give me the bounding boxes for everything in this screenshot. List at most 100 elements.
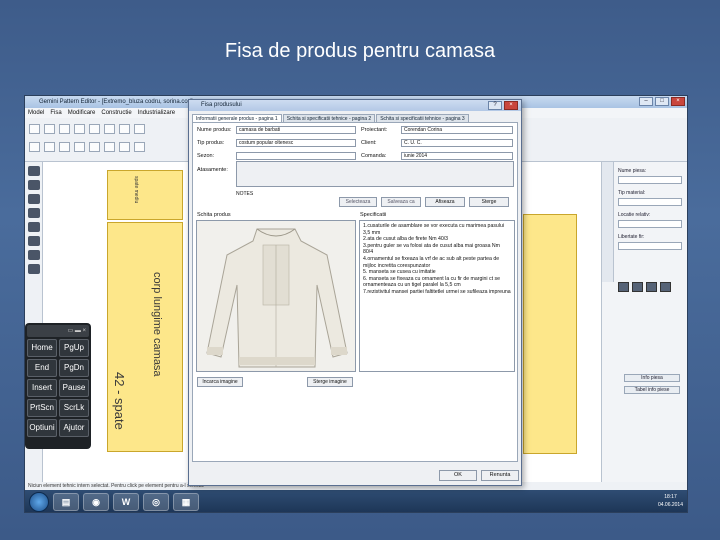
incarca-imagine-button[interactable]: Incarca imagine bbox=[197, 377, 243, 387]
afiseaza-button[interactable]: Afiseaza bbox=[425, 197, 465, 207]
client-input[interactable]: C. U. C. bbox=[401, 139, 513, 147]
selecteaza-button[interactable]: Selecteaza bbox=[339, 197, 377, 207]
menu-item-modificare[interactable]: Modificare bbox=[68, 108, 96, 118]
properties-panel-tabs bbox=[602, 162, 614, 282]
taskbar-browser-icon[interactable]: ◎ bbox=[143, 493, 169, 511]
menu-item-constructie[interactable]: Constructie bbox=[101, 108, 131, 118]
sezon-input[interactable] bbox=[236, 152, 356, 160]
key-prtscn[interactable]: PrtScn bbox=[27, 399, 57, 417]
swatch-icon[interactable] bbox=[660, 282, 671, 292]
minimize-icon[interactable]: – bbox=[639, 97, 653, 106]
ok-button[interactable]: OK bbox=[439, 470, 477, 481]
pattern-tool-icon[interactable] bbox=[44, 142, 55, 152]
close-icon[interactable]: × bbox=[671, 97, 685, 106]
client-label: Client: bbox=[361, 140, 377, 146]
slide-title: Fisa de produs pentru camasa bbox=[224, 40, 496, 62]
key-pgup[interactable]: PgUp bbox=[59, 339, 89, 357]
swatch-icon[interactable] bbox=[646, 282, 657, 292]
salveaza-ca-button[interactable]: Salveaza ca bbox=[381, 197, 421, 207]
comanda-input[interactable]: iunie 2014 bbox=[401, 152, 513, 160]
nume-piesa-label: Nume piesa: bbox=[618, 168, 647, 174]
taskbar-explorer-icon[interactable]: ▤ bbox=[53, 493, 79, 511]
pattern-piece-size-label: 42 - spate bbox=[112, 372, 127, 430]
dialog-titlebar: Fisa produsului ? × bbox=[189, 100, 521, 111]
taskbar: ▤ ◉ W ◎ ▦ 18:17 04.06.2014 bbox=[25, 490, 687, 512]
properties-panel: Nume piesa: Tip material: Locatie relati… bbox=[601, 162, 687, 482]
pattern-tool-icon[interactable] bbox=[59, 142, 70, 152]
specifications-content: 1.cusaturile de asamblare se vor executa… bbox=[363, 223, 511, 295]
libertate-fir-label: Libertate fir: bbox=[618, 234, 645, 240]
tip-produs-label: Tip produs: bbox=[197, 140, 225, 146]
sterge-button[interactable]: Sterge bbox=[469, 197, 509, 207]
new-file-icon[interactable] bbox=[29, 124, 40, 134]
pattern-tool-icon[interactable] bbox=[74, 142, 85, 152]
ruler-icon[interactable] bbox=[28, 208, 40, 218]
sezon-label: Sezon: bbox=[197, 153, 215, 159]
product-photo bbox=[196, 220, 356, 372]
pattern-tool-icon[interactable] bbox=[89, 142, 100, 152]
swatch-icon[interactable] bbox=[632, 282, 643, 292]
system-tray[interactable]: 18:17 04.06.2014 bbox=[658, 493, 683, 509]
info-piesa-button[interactable]: Info piesa bbox=[624, 374, 680, 382]
pattern-piece-right[interactable] bbox=[523, 214, 577, 454]
curve-icon[interactable] bbox=[28, 222, 40, 232]
zoom-icon[interactable] bbox=[28, 264, 40, 274]
key-insert[interactable]: Insert bbox=[27, 379, 57, 397]
proiectant-input[interactable]: Corendan Corina bbox=[401, 126, 513, 134]
taskbar-word-icon[interactable]: W bbox=[113, 493, 139, 511]
toolbar-row-1 bbox=[29, 124, 145, 134]
help-icon[interactable]: ? bbox=[488, 101, 502, 110]
scissors-icon[interactable] bbox=[28, 194, 40, 204]
pointer-icon[interactable] bbox=[28, 166, 40, 176]
notes-caption: NOTES bbox=[236, 191, 254, 197]
tip-material-select[interactable] bbox=[618, 198, 682, 206]
menu-item-industrializare[interactable]: Industrializare bbox=[138, 108, 175, 118]
locatie-relativ-label: Locatie relativ: bbox=[618, 212, 651, 218]
measure-icon[interactable] bbox=[28, 236, 40, 246]
proiectant-label: Proiectant: bbox=[361, 127, 388, 133]
save-icon[interactable] bbox=[59, 124, 70, 134]
locatie-relativ-select[interactable] bbox=[618, 220, 682, 228]
key-ajutor[interactable]: Ajutor bbox=[59, 419, 89, 437]
specifications-text[interactable]: 1.cusaturile de asamblare se vor executa… bbox=[359, 220, 515, 372]
specificatii-label: Specificatii bbox=[360, 212, 387, 218]
menu-item-model[interactable]: Model bbox=[28, 108, 44, 118]
atasamente-area[interactable] bbox=[236, 161, 514, 187]
shirt-photo-icon bbox=[197, 221, 355, 371]
paste-icon[interactable] bbox=[104, 124, 115, 134]
key-pause[interactable]: Pause bbox=[59, 379, 89, 397]
pen-icon[interactable] bbox=[28, 180, 40, 190]
key-scrlk[interactable]: ScrLk bbox=[59, 399, 89, 417]
pattern-tool-icon[interactable] bbox=[119, 142, 130, 152]
copy-icon[interactable] bbox=[89, 124, 100, 134]
cut-icon[interactable] bbox=[74, 124, 85, 134]
taskbar-app-icon[interactable]: ◉ bbox=[83, 493, 109, 511]
maximize-icon[interactable]: □ bbox=[655, 97, 669, 106]
palette-icon[interactable] bbox=[28, 250, 40, 260]
on-screen-keyboard: ▭ ▬ × Home PgUp End PgDn Insert Pause Pr… bbox=[25, 323, 91, 449]
key-home[interactable]: Home bbox=[27, 339, 57, 357]
key-end[interactable]: End bbox=[27, 359, 57, 377]
undo-icon[interactable] bbox=[119, 124, 130, 134]
taskbar-app-icon[interactable]: ▦ bbox=[173, 493, 199, 511]
sterge-imagine-button[interactable]: Sterge imagine bbox=[307, 377, 353, 387]
renunta-button[interactable]: Renunta bbox=[481, 470, 519, 481]
pattern-tool-icon[interactable] bbox=[134, 142, 145, 152]
tip-produs-input[interactable]: costum popular oltenesc bbox=[236, 139, 356, 147]
nume-piesa-input[interactable] bbox=[618, 176, 682, 184]
dialog-close-icon[interactable]: × bbox=[504, 101, 518, 110]
start-button[interactable] bbox=[29, 492, 49, 512]
tabel-info-button[interactable]: Tabel info piese bbox=[624, 386, 680, 394]
pattern-tool-icon[interactable] bbox=[104, 142, 115, 152]
key-pgdn[interactable]: PgDn bbox=[59, 359, 89, 377]
open-folder-icon[interactable] bbox=[44, 124, 55, 134]
redo-icon[interactable] bbox=[134, 124, 145, 134]
key-optiuni[interactable]: Optiuni bbox=[27, 419, 57, 437]
tray-time: 18:17 bbox=[664, 494, 677, 500]
menu-item-fisa[interactable]: Fisa bbox=[50, 108, 61, 118]
pattern-tool-icon[interactable] bbox=[29, 142, 40, 152]
swatch-icon[interactable] bbox=[618, 282, 629, 292]
pattern-piece-small[interactable] bbox=[107, 170, 183, 220]
nume-produs-input[interactable]: camasa de barbati bbox=[236, 126, 356, 134]
libertate-fir-select[interactable] bbox=[618, 242, 682, 250]
